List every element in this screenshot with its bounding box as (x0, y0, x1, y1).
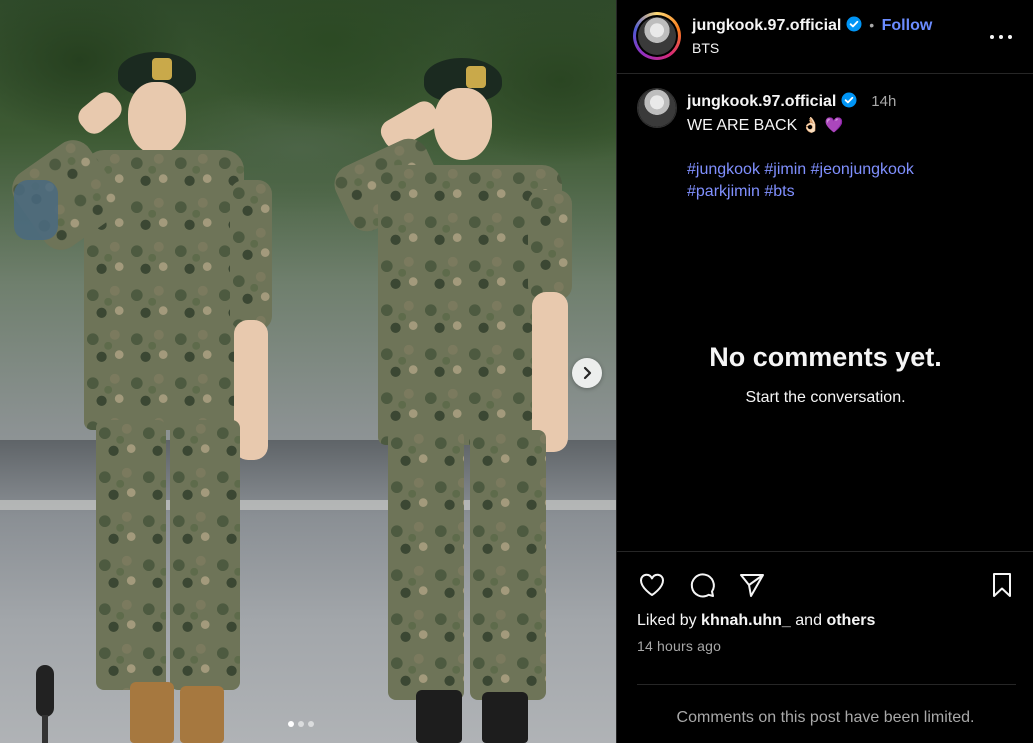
comment-button[interactable] (687, 570, 717, 600)
more-options-icon[interactable] (990, 27, 1012, 45)
no-comments-title: No comments yet. (709, 342, 942, 372)
post-actions: Liked by khnah.uhn_ and others 14 hours … (617, 551, 1033, 743)
hashtag-link[interactable]: #jimin (764, 161, 806, 178)
caption-avatar[interactable] (637, 88, 677, 128)
carousel-dot (308, 721, 314, 727)
save-button[interactable] (987, 570, 1017, 600)
microphone-equipment (26, 665, 66, 743)
verified-badge-icon (846, 16, 862, 32)
carousel-dot (288, 721, 294, 727)
caption-username[interactable]: jungkook.97.official (687, 93, 836, 110)
liked-by-and: and (795, 612, 822, 629)
carousel-dot (298, 721, 304, 727)
follow-button[interactable]: Follow (882, 17, 933, 34)
header-username[interactable]: jungkook.97.official (692, 17, 841, 34)
divider (637, 684, 1016, 685)
header-avatar[interactable] (633, 12, 681, 60)
hashtag-link[interactable]: #parkjimin (687, 183, 760, 200)
liked-by-others[interactable]: others (826, 612, 875, 629)
liked-by: Liked by khnah.uhn_ and others (637, 612, 875, 630)
post-header: jungkook.97.official • Follow BTS (617, 0, 1033, 74)
hashtag-link[interactable]: #jeonjungkook (811, 161, 914, 178)
soldier-right (290, 0, 590, 743)
header-separator: • (869, 17, 875, 33)
post-photo[interactable] (0, 0, 616, 743)
no-comments-subtitle: Start the conversation. (745, 389, 906, 406)
verified-badge-icon (841, 92, 857, 108)
caption-text: WE ARE BACK (687, 117, 798, 134)
liked-by-prefix: Liked by (637, 612, 697, 629)
share-send-icon (740, 574, 764, 597)
caption-hashtags: #jungkook #jimin #jeonjungkook #parkjimi… (687, 159, 1017, 203)
carousel-next-icon (583, 366, 592, 380)
carousel-next-button[interactable] (572, 358, 602, 388)
comments-limited-notice: Comments on this post have been limited. (676, 709, 975, 726)
post-timestamp[interactable]: 14 hours ago (637, 638, 721, 654)
carousel-dots (288, 721, 314, 727)
caption-time: 14h (871, 93, 897, 110)
hashtag-link[interactable]: #bts (764, 183, 794, 200)
soldier-left (0, 0, 300, 743)
post-sidebar: jungkook.97.official • Follow BTS jungko… (616, 0, 1033, 743)
share-button[interactable] (737, 570, 767, 600)
like-button[interactable] (637, 570, 667, 600)
hashtag-link[interactable]: #jungkook (687, 161, 760, 178)
save-bookmark-icon (993, 573, 1011, 597)
comment-icon (690, 573, 715, 598)
like-heart-icon (640, 573, 664, 596)
header-subtitle: BTS (692, 40, 720, 56)
caption-emojis: 👌🏻 💜 (801, 117, 844, 134)
liked-by-user[interactable]: khnah.uhn_ (701, 612, 791, 629)
